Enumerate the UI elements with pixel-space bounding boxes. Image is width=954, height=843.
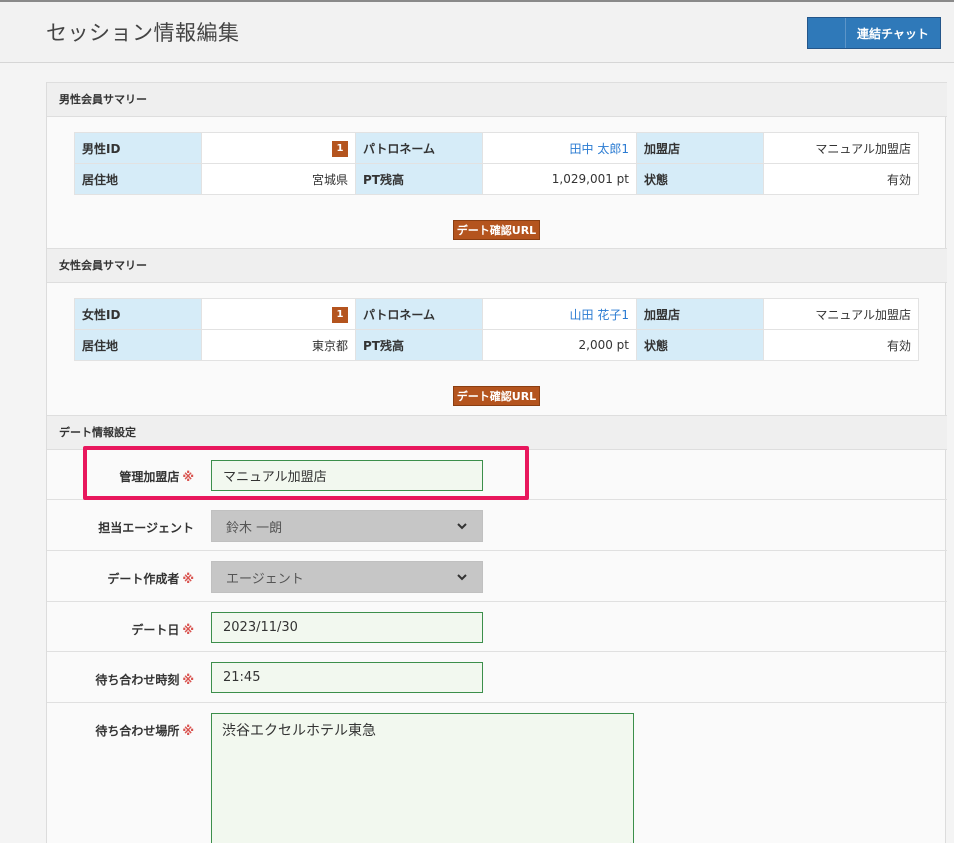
form-row-date: デート日 ※ 2023/11/30 bbox=[47, 602, 947, 652]
male-summary-heading: 男性会員サマリー bbox=[47, 82, 947, 117]
form-row-time: 待ち合わせ時刻 ※ 21:45 bbox=[47, 652, 947, 703]
female-id-label: 女性ID bbox=[74, 298, 202, 330]
meeting-place-text: 渋谷エクセルホテル東急 bbox=[222, 723, 376, 739]
male-date-url-button[interactable]: デート確認URL bbox=[453, 220, 540, 240]
highlight-annotation bbox=[83, 446, 529, 500]
male-patron-label: パトロネーム bbox=[355, 132, 483, 164]
female-residence-label: 居住地 bbox=[74, 329, 202, 361]
time-input[interactable]: 21:45 bbox=[211, 662, 483, 693]
linked-chat-button[interactable]: 連結チャット bbox=[807, 17, 941, 49]
male-status-value: 有効 bbox=[763, 163, 919, 195]
place-field-label: 待ち合わせ場所 ※ bbox=[95, 724, 194, 738]
required-mark: ※ bbox=[182, 673, 194, 687]
date-settings-heading: デート情報設定 bbox=[47, 415, 947, 450]
creator-select-value: エージェント bbox=[226, 571, 304, 587]
male-summary-table: 男性ID 1 パトロネーム 田中 太郎1 加盟店 マニュアル加盟店 居住地 宮城… bbox=[74, 132, 919, 195]
female-summary-heading: 女性会員サマリー bbox=[47, 248, 947, 283]
female-date-url-button[interactable]: デート確認URL bbox=[453, 386, 540, 406]
page-header: セッション情報編集 連結チャット bbox=[0, 0, 954, 63]
form-row-agent: 担当エージェント 鈴木 一朗 bbox=[47, 500, 947, 551]
agent-field-label: 担当エージェント bbox=[98, 521, 194, 535]
male-id-label: 男性ID bbox=[74, 132, 202, 164]
required-mark: ※ bbox=[182, 623, 194, 637]
female-status-value: 有効 bbox=[763, 329, 919, 361]
required-mark: ※ bbox=[182, 572, 194, 586]
chevron-down-icon bbox=[457, 523, 467, 530]
male-status-label: 状態 bbox=[636, 163, 764, 195]
male-patron-link[interactable]: 田中 太郎1 bbox=[482, 132, 637, 164]
chevron-down-icon bbox=[457, 574, 467, 581]
table-row: 居住地 東京都 PT残高 2,000 pt 状態 有効 bbox=[74, 329, 919, 361]
table-row: 女性ID 1 パトロネーム 山田 花子1 加盟店 マニュアル加盟店 bbox=[74, 298, 919, 330]
male-id-cell: 1 bbox=[201, 132, 356, 164]
female-pt-label: PT残高 bbox=[355, 329, 483, 361]
creator-field-label: デート作成者 ※ bbox=[107, 572, 194, 586]
female-store-label: 加盟店 bbox=[636, 298, 764, 330]
agent-select-value: 鈴木 一朗 bbox=[226, 520, 283, 536]
male-pt-value: 1,029,001 pt bbox=[482, 163, 637, 195]
male-residence-value: 宮城県 bbox=[201, 163, 356, 195]
chat-button-left-segment bbox=[808, 18, 846, 48]
female-patron-label: パトロネーム bbox=[355, 298, 483, 330]
date-field-label: デート日 ※ bbox=[131, 623, 194, 637]
meeting-place-textarea[interactable]: 渋谷エクセルホテル東急 bbox=[211, 713, 634, 843]
female-pt-value: 2,000 pt bbox=[482, 329, 637, 361]
female-id-cell: 1 bbox=[201, 298, 356, 330]
table-row: 男性ID 1 パトロネーム 田中 太郎1 加盟店 マニュアル加盟店 bbox=[74, 132, 919, 164]
male-residence-label: 居住地 bbox=[74, 163, 202, 195]
form-row-creator: デート作成者 ※ エージェント bbox=[47, 551, 947, 602]
male-id-badge[interactable]: 1 bbox=[332, 140, 348, 157]
form-row-place: 待ち合わせ場所 ※ 渋谷エクセルホテル東急 bbox=[47, 703, 947, 843]
female-store-value: マニュアル加盟店 bbox=[763, 298, 919, 330]
female-residence-value: 東京都 bbox=[201, 329, 356, 361]
page-title: セッション情報編集 bbox=[46, 21, 240, 45]
female-summary-table: 女性ID 1 パトロネーム 山田 花子1 加盟店 マニュアル加盟店 居住地 東京… bbox=[74, 298, 919, 361]
female-status-label: 状態 bbox=[636, 329, 764, 361]
chat-button-label: 連結チャット bbox=[857, 26, 929, 41]
time-field-label: 待ち合わせ時刻 ※ bbox=[95, 673, 194, 687]
table-row: 居住地 宮城県 PT残高 1,029,001 pt 状態 有効 bbox=[74, 163, 919, 195]
male-store-label: 加盟店 bbox=[636, 132, 764, 164]
female-patron-link[interactable]: 山田 花子1 bbox=[482, 298, 637, 330]
creator-select[interactable]: エージェント bbox=[211, 561, 483, 593]
date-input[interactable]: 2023/11/30 bbox=[211, 612, 483, 643]
required-mark: ※ bbox=[182, 724, 194, 738]
male-pt-label: PT残高 bbox=[355, 163, 483, 195]
agent-select[interactable]: 鈴木 一朗 bbox=[211, 510, 483, 542]
female-id-badge[interactable]: 1 bbox=[332, 306, 348, 323]
male-store-value: マニュアル加盟店 bbox=[763, 132, 919, 164]
